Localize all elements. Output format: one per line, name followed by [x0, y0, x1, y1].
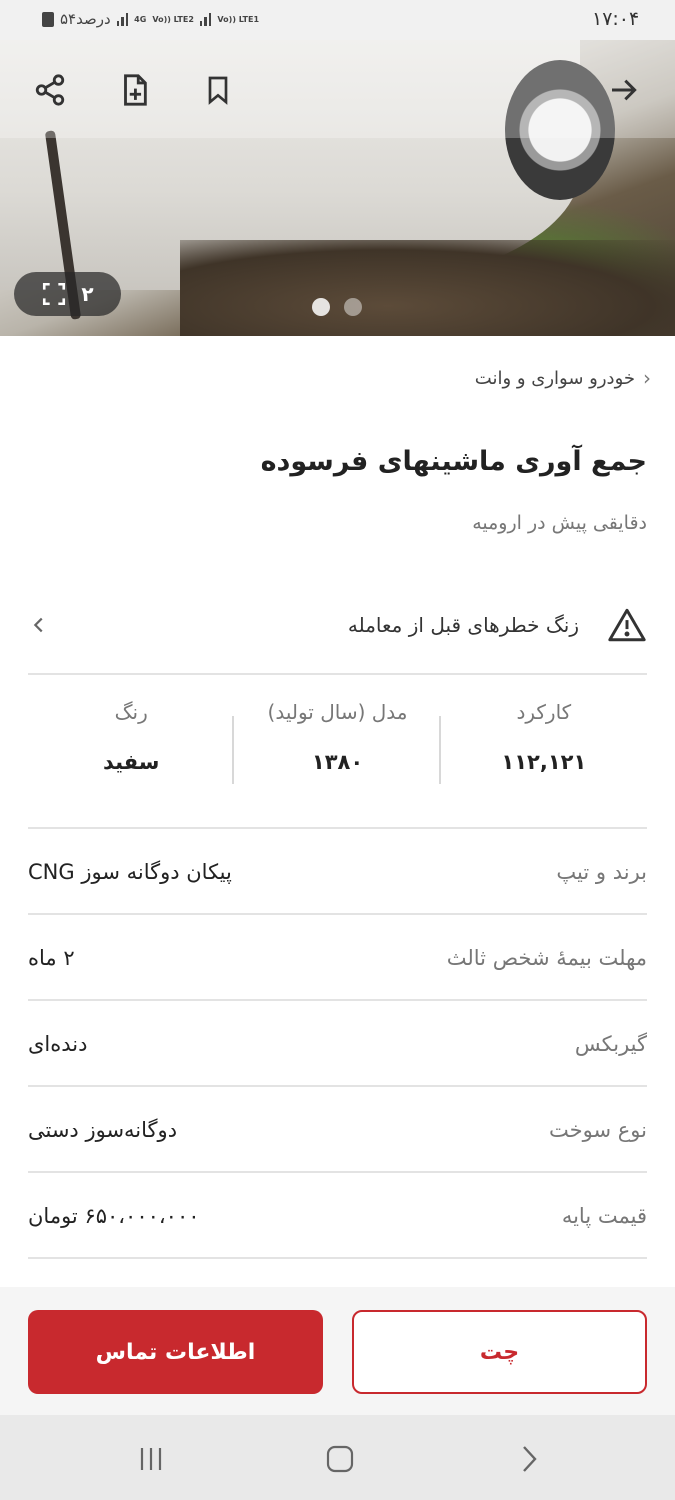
- status-indicators: ۵۴درصد 4G Vo)) LTE2 Vo)) LTE1: [42, 10, 259, 28]
- chat-button[interactable]: چت: [352, 1310, 647, 1394]
- network-lte2-label: Vo)) LTE2: [152, 14, 194, 24]
- chevron-left-icon: [33, 617, 43, 633]
- arrow-right-icon: [612, 79, 637, 101]
- detail-row-fuel: نوع سوخت دوگانه‌سوز دستی: [28, 1087, 647, 1173]
- ad-time-location: دقایقی پیش در ارومیه: [472, 512, 647, 534]
- key-stats: کارکرد ۱۱۲,۱۲۱ مدل (سال تولید) ۱۳۸۰ رنگ …: [28, 700, 647, 800]
- add-note-button[interactable]: [114, 70, 154, 110]
- safety-warning-row[interactable]: زنگ خطرهای قبل از معامله: [28, 596, 647, 654]
- detail-row-gearbox: گیربکس دنده‌ای: [28, 1001, 647, 1087]
- ground-shape: [180, 240, 675, 336]
- recent-apps-button[interactable]: [129, 1437, 173, 1481]
- share-icon: [35, 74, 65, 106]
- divider: [28, 1257, 647, 1259]
- carousel-dots: [312, 298, 362, 316]
- divider: [28, 673, 647, 675]
- detail-label: نوع سوخت: [549, 1118, 647, 1142]
- home-button[interactable]: [318, 1437, 362, 1481]
- action-bar: اطلاعات تماس چت: [0, 1287, 675, 1415]
- battery-icon: [42, 11, 54, 27]
- status-time: ۱۷:۰۴: [592, 8, 640, 30]
- detail-label: مهلت بیمهٔ شخص ثالث: [446, 946, 647, 970]
- status-bar: ۵۴درصد 4G Vo)) LTE2 Vo)) LTE1 ۱۷:۰۴: [0, 0, 675, 40]
- carousel-dot[interactable]: [344, 298, 362, 316]
- stat-label: کارکرد: [516, 700, 572, 724]
- warning-label: زنگ خطرهای قبل از معامله: [347, 613, 579, 637]
- stat-color: رنگ سفید: [28, 700, 235, 800]
- chevron-left-icon: ‹: [643, 366, 651, 390]
- detail-row-brand: برند و تیپ پیکان دوگانه سوز CNG: [28, 829, 647, 915]
- signal-icon-2: [199, 12, 212, 26]
- contact-info-button[interactable]: اطلاعات تماس: [28, 1310, 323, 1394]
- home-icon: [326, 1445, 354, 1473]
- back-button[interactable]: [604, 70, 644, 110]
- gallery-toolbar: [0, 40, 675, 138]
- detail-label: برند و تیپ: [556, 860, 647, 884]
- ad-image-gallery[interactable]: ۲: [0, 40, 675, 336]
- recent-apps-icon: [140, 1448, 162, 1470]
- fullscreen-counter-button[interactable]: ۲: [14, 272, 121, 316]
- stat-label: رنگ: [114, 700, 148, 724]
- network-lte1-label: Vo)) LTE1: [217, 14, 260, 24]
- detail-label: قیمت پایه: [561, 1204, 647, 1228]
- stat-mileage: کارکرد ۱۱۲,۱۲۱: [441, 700, 647, 800]
- stat-value: ۱۱۲,۱۲۱: [501, 750, 587, 774]
- system-navigation-bar: [0, 1415, 675, 1500]
- battery-text: ۵۴درصد: [60, 10, 111, 28]
- bookmark-button[interactable]: [198, 70, 238, 110]
- detail-value: ۶۵۰،۰۰۰،۰۰۰ تومان: [28, 1204, 200, 1228]
- back-nav-button[interactable]: [507, 1437, 551, 1481]
- detail-value: دوگانه‌سوز دستی: [28, 1118, 178, 1142]
- detail-value: دنده‌ای: [28, 1032, 88, 1056]
- detail-value: پیکان دوگانه سوز CNG: [28, 860, 232, 884]
- chevron-right-icon: [523, 1446, 537, 1472]
- bookmark-icon: [208, 76, 228, 105]
- stat-model-year: مدل (سال تولید) ۱۳۸۰: [234, 700, 442, 800]
- stat-value: سفید: [102, 750, 160, 774]
- ad-title: جمع آوری ماشینهای فرسوده: [260, 446, 647, 477]
- stat-label: مدل (سال تولید): [267, 700, 408, 724]
- fullscreen-icon: [43, 282, 66, 306]
- detail-value: ۲ ماه: [28, 946, 75, 970]
- detail-row-price: قیمت پایه ۶۵۰،۰۰۰،۰۰۰ تومان: [28, 1173, 647, 1259]
- detail-label: گیربکس: [574, 1032, 647, 1056]
- add-note-icon: [124, 74, 147, 106]
- detail-row-insurance: مهلت بیمهٔ شخص ثالث ۲ ماه: [28, 915, 647, 1001]
- image-count: ۲: [81, 282, 94, 306]
- breadcrumb[interactable]: ‹ خودرو سواری و وانت: [475, 366, 651, 390]
- signal-icon: [116, 12, 129, 26]
- warning-icon: [608, 608, 646, 642]
- carousel-dot[interactable]: [312, 298, 330, 316]
- share-button[interactable]: [30, 70, 70, 110]
- network-4g-label: 4G: [134, 14, 147, 24]
- breadcrumb-category[interactable]: خودرو سواری و وانت: [475, 368, 635, 389]
- stat-value: ۱۳۸۰: [311, 750, 364, 774]
